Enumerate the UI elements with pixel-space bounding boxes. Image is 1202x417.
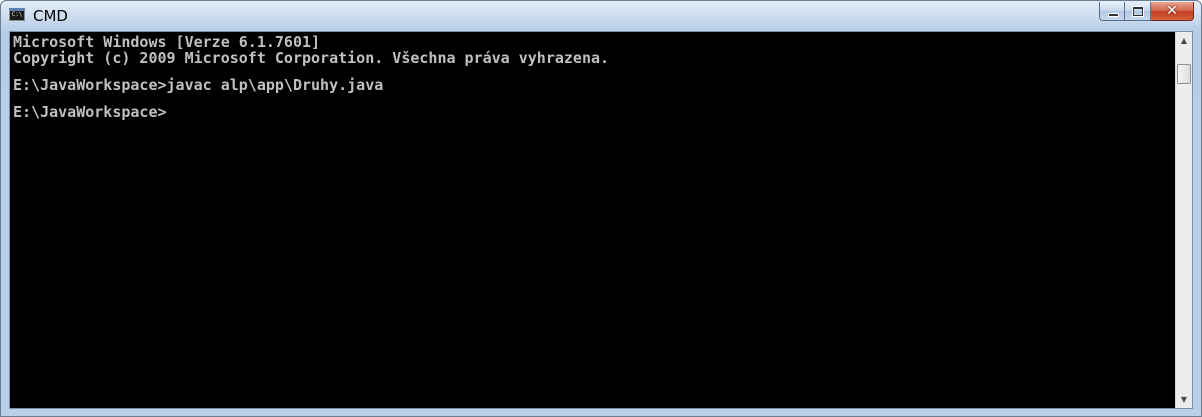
scrollbar-thumb[interactable] <box>1177 64 1191 84</box>
maximize-button[interactable] <box>1125 2 1151 21</box>
minimize-icon <box>1108 13 1119 17</box>
title-bar[interactable]: C:\ CMD ✕ <box>1 1 1201 31</box>
scroll-down-arrow-icon[interactable]: ▼ <box>1176 391 1192 408</box>
minimize-button[interactable] <box>1099 2 1125 21</box>
vertical-scrollbar[interactable]: ▲ ▼ <box>1175 32 1192 408</box>
maximize-icon <box>1132 6 1144 17</box>
console-line: Microsoft Windows [Verze 6.1.7601] <box>13 33 321 51</box>
scroll-up-arrow-icon[interactable]: ▲ <box>1176 32 1192 49</box>
close-button[interactable]: ✕ <box>1151 2 1194 21</box>
cmd-window: C:\ CMD ✕ Microsoft Windows [Verze 6.1.7… <box>0 0 1202 417</box>
window-title: CMD <box>33 7 68 25</box>
console-line: Copyright (c) 2009 Microsoft Corporation… <box>13 49 610 67</box>
close-icon: ✕ <box>1166 3 1178 19</box>
console-prompt-line[interactable]: E:\JavaWorkspace> <box>13 104 1175 120</box>
console-frame: Microsoft Windows [Verze 6.1.7601] Copyri… <box>9 31 1193 409</box>
console-line: E:\JavaWorkspace>javac alp\app\Druhy.jav… <box>13 76 384 94</box>
console-app-icon[interactable]: C:\ <box>9 8 25 21</box>
console-output[interactable]: Microsoft Windows [Verze 6.1.7601] Copyri… <box>10 32 1175 408</box>
window-controls: ✕ <box>1099 2 1194 22</box>
console-text: Microsoft Windows [Verze 6.1.7601] Copyri… <box>10 32 1175 120</box>
